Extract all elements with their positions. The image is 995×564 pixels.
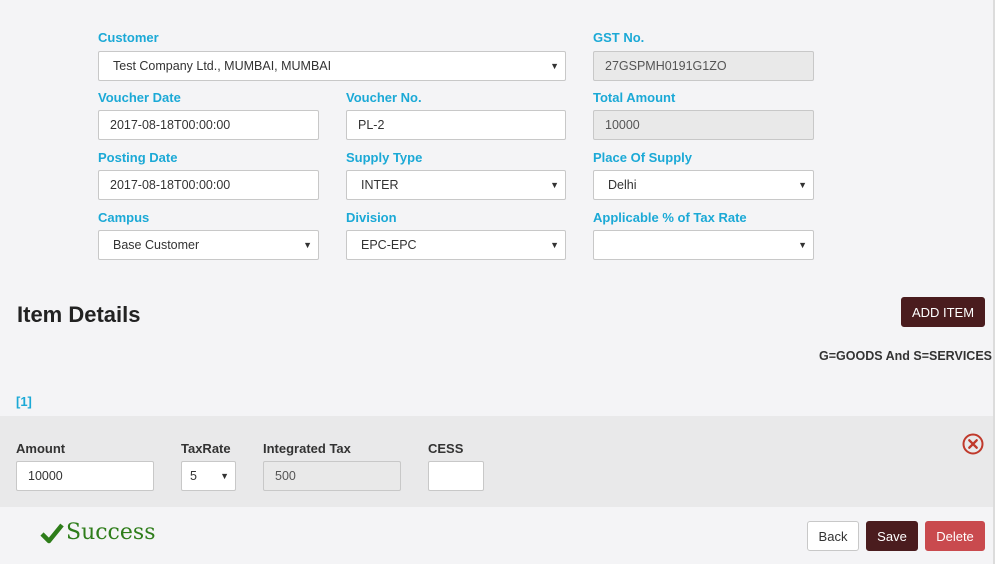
integrated-tax-label: Integrated Tax (263, 441, 351, 456)
success-message: Success (40, 520, 155, 545)
posting-date-input[interactable]: 2017-08-18T00:00:00 (98, 170, 319, 200)
total-amount-field: 10000 (593, 110, 814, 140)
voucher-date-label: Voucher Date (98, 90, 181, 105)
integrated-tax-field: 500 (263, 461, 401, 491)
division-label: Division (346, 210, 397, 225)
campus-label: Campus (98, 210, 150, 225)
check-icon (40, 523, 64, 543)
division-select[interactable]: EPC-EPC ▼ (346, 230, 566, 260)
posting-date-label: Posting Date (98, 150, 178, 165)
tax-rate-select[interactable]: 5 ▼ (181, 461, 236, 491)
save-button[interactable]: Save (866, 521, 918, 551)
gst-no-label: GST No. (593, 30, 645, 45)
cess-label: CESS (428, 441, 464, 456)
back-button[interactable]: Back (807, 521, 859, 551)
chevron-down-icon: ▼ (550, 61, 559, 71)
campus-select[interactable]: Base Customer ▼ (98, 230, 319, 260)
remove-item-icon[interactable] (962, 433, 984, 455)
delete-button[interactable]: Delete (925, 521, 985, 551)
chevron-down-icon: ▼ (798, 180, 807, 190)
voucher-date-input[interactable]: 2017-08-18T00:00:00 (98, 110, 319, 140)
customer-label: Customer (98, 30, 159, 45)
cess-input[interactable] (428, 461, 484, 491)
item-index: [1] (16, 394, 32, 409)
tax-rate-pct-label: Applicable % of Tax Rate (593, 210, 747, 225)
campus-value: Base Customer (113, 238, 200, 252)
division-value: EPC-EPC (361, 238, 417, 252)
success-text: Success (66, 520, 156, 545)
place-of-supply-value: Delhi (608, 178, 637, 192)
supply-type-label: Supply Type (346, 150, 423, 165)
voucher-no-input[interactable]: PL-2 (346, 110, 566, 140)
customer-value: Test Company Ltd., MUMBAI, MUMBAI (113, 59, 332, 73)
place-of-supply-select[interactable]: Delhi ▼ (593, 170, 814, 200)
item-details-title: Item Details (17, 302, 141, 327)
chevron-down-icon: ▼ (798, 240, 807, 250)
supply-type-value: INTER (361, 178, 399, 192)
chevron-down-icon: ▼ (303, 240, 312, 250)
tax-rate-value: 5 (190, 469, 197, 483)
chevron-down-icon: ▼ (220, 471, 229, 481)
chevron-down-icon: ▼ (550, 240, 559, 250)
amount-input[interactable]: 10000 (16, 461, 154, 491)
add-item-button[interactable]: ADD ITEM (901, 297, 985, 327)
chevron-down-icon: ▼ (550, 180, 559, 190)
supply-type-select[interactable]: INTER ▼ (346, 170, 566, 200)
tax-rate-label: TaxRate (181, 441, 231, 456)
gst-no-field: 27GSPMH0191G1ZO (593, 51, 814, 81)
amount-label: Amount (16, 441, 66, 456)
goods-services-note: G=GOODS And S=SERVICES (819, 349, 992, 363)
customer-select[interactable]: Test Company Ltd., MUMBAI, MUMBAI ▼ (98, 51, 566, 81)
voucher-no-label: Voucher No. (346, 90, 422, 105)
tax-rate-pct-select[interactable]: ▼ (593, 230, 814, 260)
place-of-supply-label: Place Of Supply (593, 150, 692, 165)
total-amount-label: Total Amount (593, 90, 676, 105)
